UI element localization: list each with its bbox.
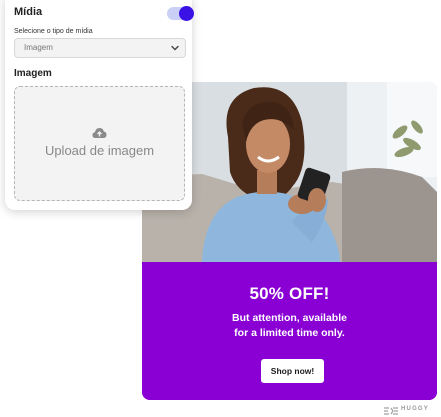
midia-toggle[interactable] xyxy=(167,6,194,21)
huggy-logo-icon xyxy=(384,407,398,415)
media-settings-panel: Mídia Selecione o tipo de mídia Imagem I… xyxy=(5,0,194,210)
shop-now-button[interactable]: Shop now! xyxy=(261,359,324,383)
midia-row: Mídia xyxy=(14,4,194,24)
promo-description: But attention, available for a limited t… xyxy=(142,311,437,341)
chevron-down-icon xyxy=(171,45,179,51)
media-type-select[interactable]: Imagem xyxy=(14,38,186,58)
huggy-brand: HUGGY xyxy=(384,406,436,416)
promo-content: 50% OFF! But attention, available for a … xyxy=(142,262,437,400)
toggle-knob xyxy=(179,6,194,21)
upload-text: Upload de imagem xyxy=(44,143,155,158)
imagem-label: Imagem xyxy=(14,68,52,79)
midia-label: Mídia xyxy=(14,6,43,18)
cloud-upload-icon xyxy=(92,128,107,138)
brand-name: HUGGY xyxy=(401,406,430,412)
promo-title: 50% OFF! xyxy=(249,284,330,303)
promo-line-1: But attention, available xyxy=(232,312,347,324)
promo-line-2: for a limited time only. xyxy=(234,327,345,339)
media-type-caption: Selecione o tipo de mídia xyxy=(14,28,93,35)
image-upload-dropzone[interactable]: Upload de imagem xyxy=(14,86,185,201)
media-type-value: Imagem xyxy=(24,43,53,52)
